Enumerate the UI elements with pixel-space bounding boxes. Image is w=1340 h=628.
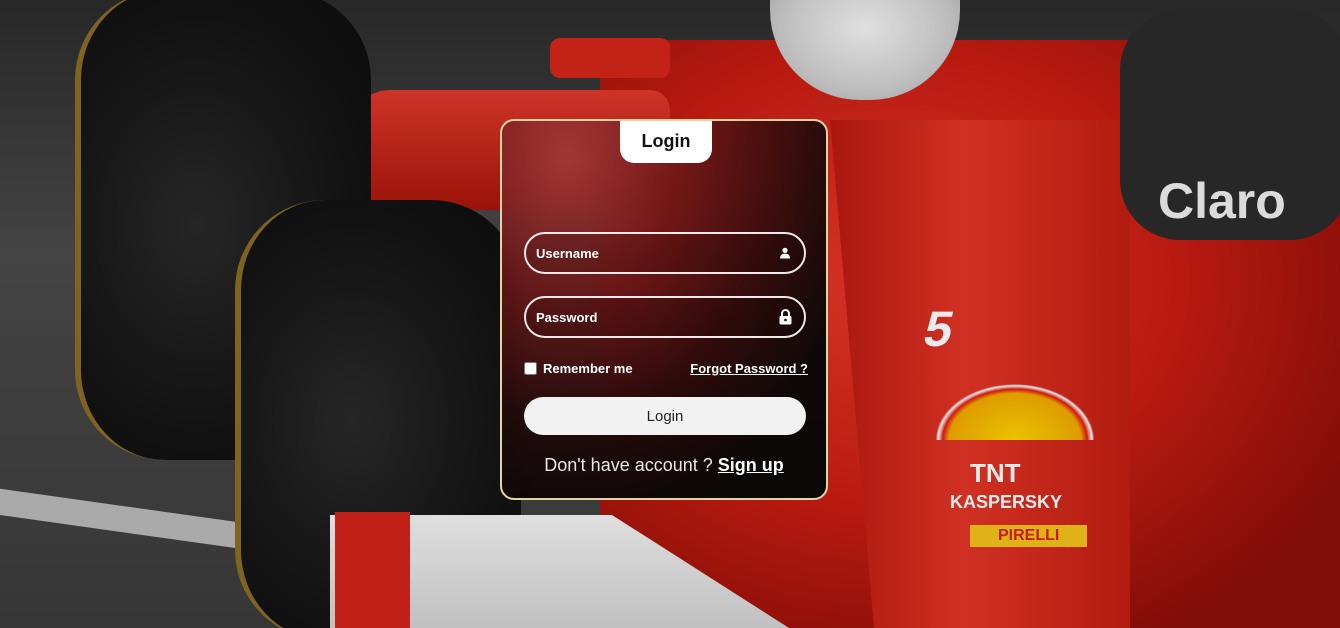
signup-row: Don't have account ? Sign up	[502, 455, 826, 476]
username-input[interactable]	[526, 234, 776, 272]
remember-me-checkbox[interactable]	[524, 361, 537, 375]
remember-me[interactable]: Remember me	[524, 361, 633, 376]
login-button[interactable]: Login	[524, 397, 806, 435]
login-title: Login	[620, 121, 712, 163]
username-field-wrapper	[524, 232, 806, 274]
login-options: Remember me Forgot Password ?	[524, 358, 808, 378]
remember-me-label: Remember me	[543, 360, 633, 376]
password-field-wrapper	[524, 296, 806, 338]
login-page: 5 Claro TNT KASPERSKY PIRELLI Login User…	[0, 0, 1340, 628]
login-form: Login Remember	[500, 119, 828, 500]
signup-link[interactable]: Sign up	[718, 455, 784, 475]
forgot-password-link[interactable]: Forgot Password ?	[690, 361, 808, 376]
signup-prompt: Don't have account ?	[544, 455, 718, 475]
password-input[interactable]	[526, 298, 776, 336]
user-icon	[776, 244, 794, 262]
lock-icon	[776, 308, 794, 326]
